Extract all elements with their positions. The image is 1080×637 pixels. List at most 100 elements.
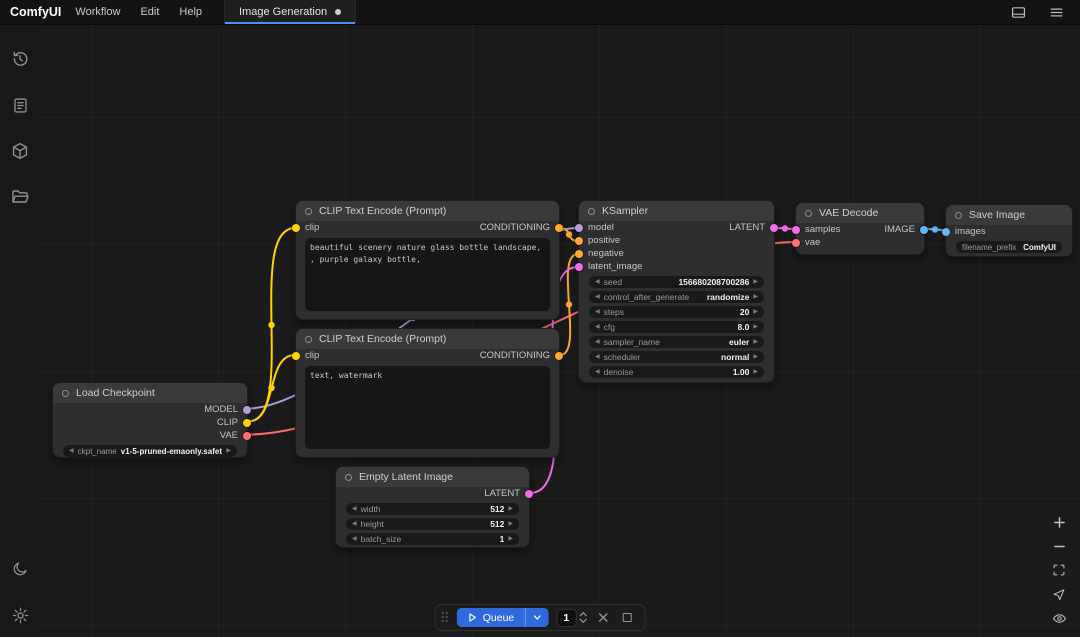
queue-button[interactable]: Queue [457, 608, 525, 627]
prev-value-icon[interactable] [69, 448, 74, 454]
port-conditioning-output[interactable] [555, 224, 563, 232]
history-icon[interactable] [8, 47, 32, 71]
prev-value-icon[interactable] [595, 369, 600, 375]
port-clip-input[interactable] [292, 352, 300, 360]
prev-value-icon[interactable] [595, 339, 600, 345]
next-value-icon[interactable] [508, 536, 513, 542]
port-vae-output[interactable] [243, 432, 251, 440]
port-clip-input[interactable] [292, 224, 300, 232]
port-samples-input[interactable] [792, 226, 800, 234]
menu-workflow[interactable]: Workflow [75, 6, 120, 18]
port-model-output[interactable] [243, 406, 251, 414]
comfyui-canvas[interactable]: Load Checkpoint MODEL CLIP VAE ckpt_name… [0, 0, 1080, 637]
node-header[interactable]: CLIP Text Encode (Prompt) [296, 201, 559, 221]
next-value-icon[interactable] [753, 354, 758, 360]
fit-view-icon[interactable] [1051, 563, 1067, 577]
next-value-icon[interactable] [508, 506, 513, 512]
next-value-icon[interactable] [753, 294, 758, 300]
port-model-input[interactable] [575, 224, 583, 232]
port-negative-input[interactable] [575, 250, 583, 258]
collapse-dot-icon[interactable] [62, 390, 69, 397]
port-clip-output[interactable] [243, 419, 251, 427]
collapse-dot-icon[interactable] [345, 474, 352, 481]
node-header[interactable]: KSampler [579, 201, 774, 221]
prev-value-icon[interactable] [595, 324, 600, 330]
node-header[interactable]: Load Checkpoint [53, 383, 247, 403]
prev-value-icon[interactable] [595, 294, 600, 300]
widget-height[interactable]: height 512 [346, 518, 519, 530]
node-empty-latent-image[interactable]: Empty Latent Image LATENT width 512 heig… [335, 466, 530, 548]
select-mode-pointer-icon[interactable] [1051, 587, 1067, 601]
widget-ckpt-name[interactable]: ckpt_name v1-5-pruned-emaonly.safete... [63, 445, 237, 457]
prev-value-icon[interactable] [352, 521, 357, 527]
port-latent-image-input[interactable] [575, 263, 583, 271]
node-header[interactable]: Empty Latent Image [336, 467, 529, 487]
widget-batch-size[interactable]: batch_size 1 [346, 533, 519, 545]
model-library-icon[interactable] [8, 139, 32, 163]
widget-filename-prefix[interactable]: filename_prefix ComfyUI [956, 241, 1062, 253]
next-value-icon[interactable] [753, 309, 758, 315]
prev-value-icon[interactable] [595, 279, 600, 285]
prev-value-icon[interactable] [352, 536, 357, 542]
prompt-textarea[interactable]: text, watermark [305, 366, 550, 449]
next-value-icon[interactable] [753, 369, 758, 375]
queue-options-button[interactable] [524, 608, 548, 627]
prev-value-icon[interactable] [352, 506, 357, 512]
clear-queue-icon[interactable] [595, 612, 611, 623]
zoom-in-icon[interactable] [1051, 515, 1067, 529]
widget-sampler-name[interactable]: sampler_name euler [589, 336, 764, 348]
theme-toggle-moon-icon[interactable] [8, 557, 32, 581]
node-header[interactable]: Save Image [946, 205, 1072, 225]
widget-denoise[interactable]: denoise 1.00 [589, 366, 764, 378]
next-value-icon[interactable] [508, 521, 513, 527]
menu-help[interactable]: Help [179, 6, 202, 18]
node-header[interactable]: VAE Decode [796, 203, 924, 223]
collapse-dot-icon[interactable] [305, 336, 312, 343]
port-image-output[interactable] [920, 226, 928, 234]
settings-gear-icon[interactable] [8, 603, 32, 627]
node-ksampler[interactable]: KSampler model LATENT positive negative … [578, 200, 775, 383]
widget-seed[interactable]: seed 156680208700286 [589, 276, 764, 288]
widget-width[interactable]: width 512 [346, 503, 519, 515]
menu-edit[interactable]: Edit [140, 6, 159, 18]
hamburger-menu-icon[interactable] [1044, 0, 1068, 24]
next-value-icon[interactable] [753, 324, 758, 330]
node-vae-decode[interactable]: VAE Decode samples IMAGE vae [795, 202, 925, 255]
decrement-icon[interactable] [578, 618, 587, 624]
node-save-image[interactable]: Save Image images filename_prefix ComfyU… [945, 204, 1073, 257]
port-conditioning-output[interactable] [555, 352, 563, 360]
toggle-link-visibility-eye-icon[interactable] [1051, 611, 1067, 625]
widget-scheduler[interactable]: scheduler normal [589, 351, 764, 363]
node-clip-text-encode-negative[interactable]: CLIP Text Encode (Prompt) clip CONDITION… [295, 328, 560, 458]
collapse-dot-icon[interactable] [305, 208, 312, 215]
drag-handle-icon[interactable] [442, 612, 449, 623]
bottom-panel-toggle-icon[interactable] [1006, 0, 1030, 24]
widget-cfg[interactable]: cfg 8.0 [589, 321, 764, 333]
tab-image-generation[interactable]: Image Generation [224, 0, 356, 24]
zoom-out-icon[interactable] [1051, 539, 1067, 553]
workflows-icon[interactable] [8, 93, 32, 117]
port-positive-input[interactable] [575, 237, 583, 245]
node-load-checkpoint[interactable]: Load Checkpoint MODEL CLIP VAE ckpt_name… [52, 382, 248, 458]
node-clip-text-encode-positive[interactable]: CLIP Text Encode (Prompt) clip CONDITION… [295, 200, 560, 320]
widget-steps[interactable]: steps 20 [589, 306, 764, 318]
open-workflow-icon[interactable] [8, 185, 32, 209]
next-value-icon[interactable] [226, 448, 231, 454]
port-images-input[interactable] [942, 228, 950, 236]
node-header[interactable]: CLIP Text Encode (Prompt) [296, 329, 559, 349]
prompt-textarea[interactable]: beautiful scenery nature glass bottle la… [305, 238, 550, 311]
increment-icon[interactable] [578, 611, 587, 617]
collapse-dot-icon[interactable] [805, 210, 812, 217]
port-latent-output[interactable] [770, 224, 778, 232]
interrupt-stop-icon[interactable] [619, 613, 635, 622]
next-value-icon[interactable] [753, 339, 758, 345]
collapse-dot-icon[interactable] [588, 208, 595, 215]
prev-value-icon[interactable] [595, 309, 600, 315]
batch-count-input[interactable]: 1 [556, 609, 576, 627]
widget-control-after-generate[interactable]: control_after_generate randomize [589, 291, 764, 303]
port-latent-output[interactable] [525, 490, 533, 498]
port-vae-input[interactable] [792, 239, 800, 247]
collapse-dot-icon[interactable] [955, 212, 962, 219]
prev-value-icon[interactable] [595, 354, 600, 360]
next-value-icon[interactable] [753, 279, 758, 285]
